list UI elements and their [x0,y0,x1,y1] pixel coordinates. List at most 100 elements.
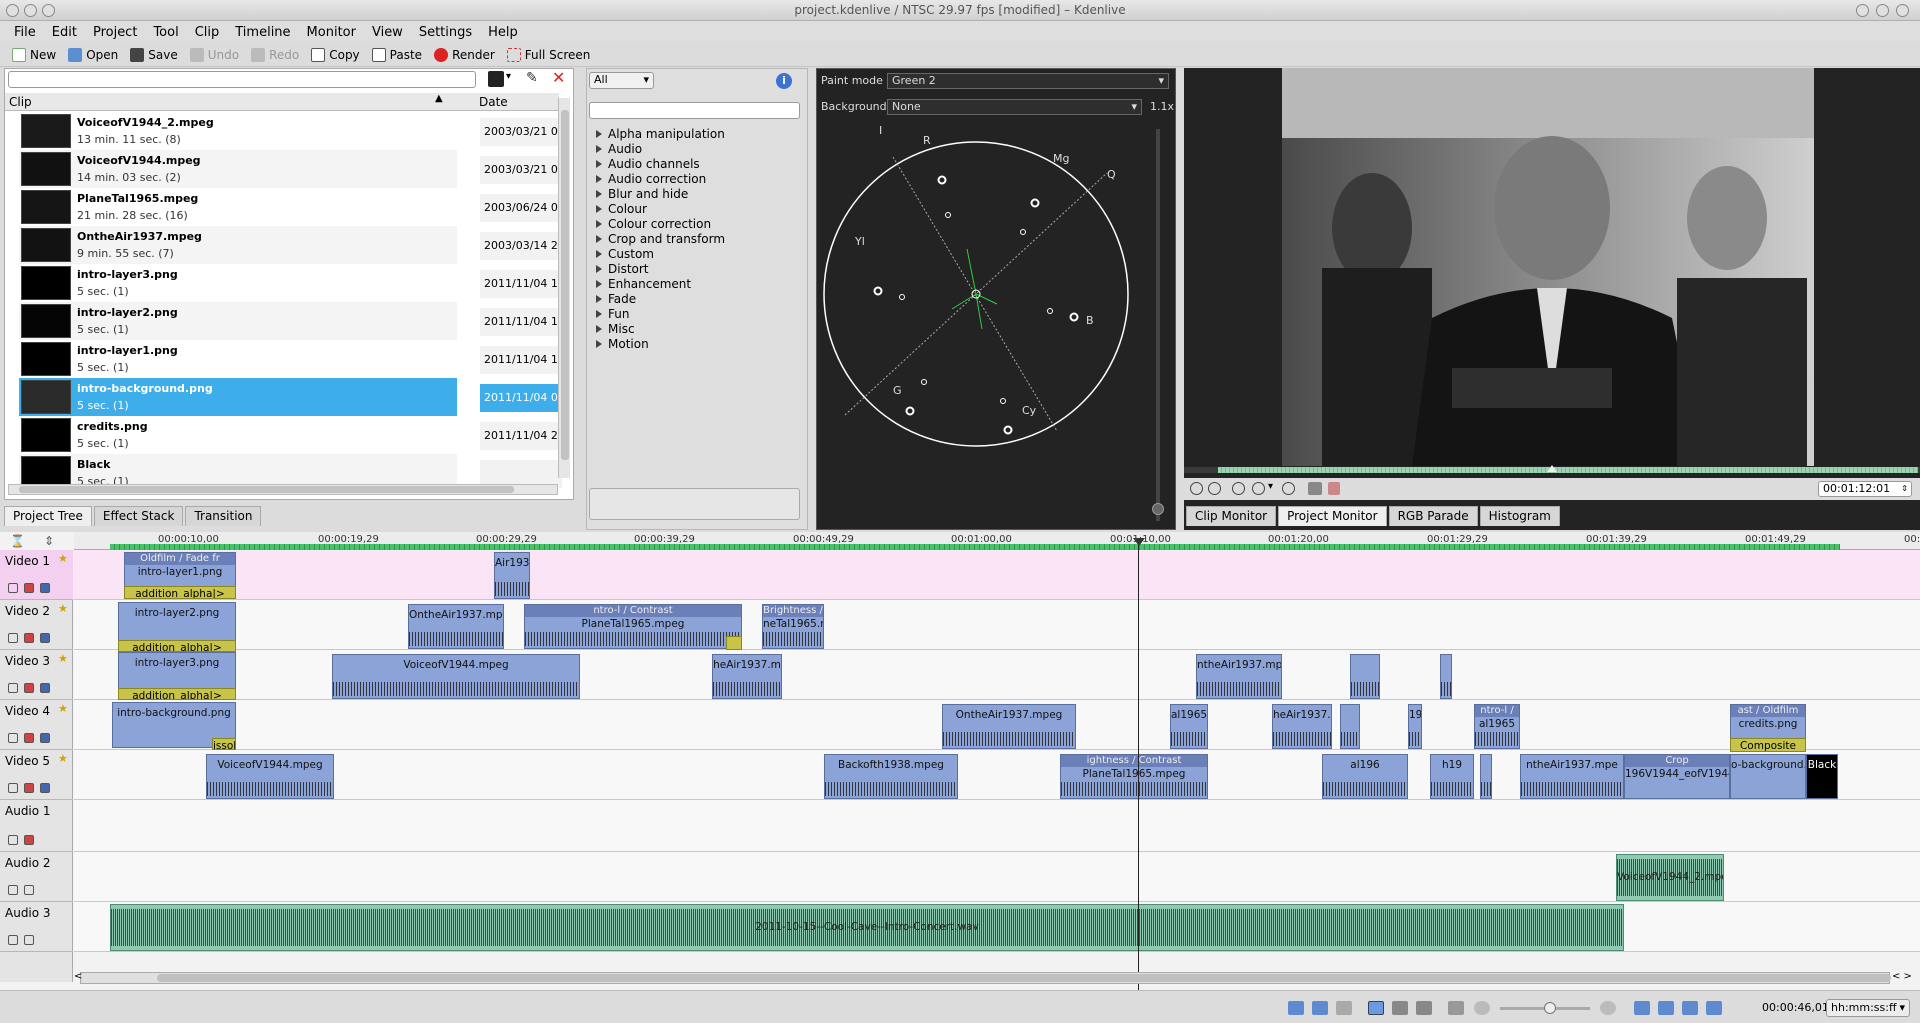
video-clip[interactable]: Crop196V1944_eofV1944_2.m [1624,754,1730,799]
video-clip[interactable]: OntheAir1937.mpeg [942,704,1076,749]
bin-clip-row[interactable]: credits.png 5 sec. (1) 2011/11/04 2 [5,416,562,454]
track-lane[interactable] [74,600,1920,650]
track-header[interactable]: Audio 1 [0,800,73,852]
track-header[interactable]: Video 3 ★ [0,650,73,700]
effect-category[interactable]: Motion [596,337,649,351]
video-clip[interactable]: ntheAir1937.mpe [1520,754,1624,799]
audio-thumbnails-icon[interactable] [1312,1001,1328,1015]
video-clip[interactable]: Backofth1938.mpeg [824,754,958,799]
bin-clip-row[interactable]: intro-layer2.png 5 sec. (1) 2011/11/04 1 [5,302,562,340]
transition[interactable]: addition_alpha|> [118,640,236,652]
effect-category[interactable]: Blur and hide [596,187,688,201]
hide-track-icon[interactable] [24,633,34,643]
menu-file[interactable]: File [6,25,44,40]
tab-project-tree[interactable]: Project Tree [4,506,92,526]
track-header[interactable]: Audio 3 [0,902,73,952]
bin-search-input[interactable] [8,71,476,88]
video-clip[interactable]: 196 [1408,704,1422,749]
track-lane[interactable] [74,800,1920,852]
target-track-icon[interactable]: ★ [58,652,68,665]
playhead[interactable] [1138,540,1139,1002]
copy-button[interactable]: Copy [305,44,365,66]
timeline-options-icon[interactable]: ⌛ [10,534,25,548]
film-icon[interactable] [40,783,50,793]
monitor-ruler[interactable] [1184,465,1920,473]
black-clip[interactable]: Black [1806,754,1838,799]
video-clip[interactable]: al1965 [1170,704,1208,749]
transition[interactable]: issol [212,738,236,750]
edit-clip-icon[interactable]: ✎ [526,70,538,86]
play-icon[interactable] [1252,482,1265,495]
effect-search-input[interactable] [589,102,800,119]
effect-category[interactable]: Audio correction [596,172,706,186]
menu-project[interactable]: Project [85,25,145,40]
track-header[interactable]: Video 5 ★ [0,750,73,800]
target-track-icon[interactable]: ★ [58,602,68,615]
track-height-icon[interactable] [1706,1001,1722,1015]
tab-histogram[interactable]: Histogram [1479,506,1560,526]
lock-icon[interactable] [8,683,18,693]
effect-category[interactable]: Audio channels [596,157,700,171]
menu-help[interactable]: Help [480,25,526,40]
markers-icon[interactable] [1336,1001,1352,1015]
volume-icon[interactable] [1328,482,1340,495]
bin-clip-row[interactable]: VoiceofV1944_2.mpeg 13 min. 11 sec. (8) 20… [5,112,562,150]
effect-category[interactable]: Custom [596,247,654,261]
fit-zoom-icon[interactable] [1448,1001,1464,1015]
lock-icon[interactable] [8,885,18,895]
tab-transition[interactable]: Transition [185,506,262,526]
bin-scroll-thumb[interactable] [561,110,569,460]
selection-tool-icon[interactable] [1368,1001,1384,1015]
effect-category[interactable]: Misc [596,322,635,336]
tab-clip-monitor[interactable]: Clip Monitor [1186,506,1277,526]
video-clip[interactable]: OntheAir1937.mpeg [408,604,504,649]
video-clip[interactable]: h19 [1430,754,1474,799]
menu-monitor[interactable]: Monitor [299,25,364,40]
bin-vertical-scrollbar[interactable] [558,98,570,478]
chevron-down-icon[interactable]: ▾ [506,71,511,82]
shade-button[interactable] [42,4,55,17]
zoom-slider-handle[interactable] [1544,1002,1556,1014]
tab-rgb-parade[interactable]: RGB Parade [1388,506,1478,526]
effect-category[interactable]: Colour [596,202,647,216]
lock-icon[interactable] [8,935,18,945]
menu-view[interactable]: View [364,25,411,40]
effect-category[interactable]: Distort [596,262,649,276]
effect-category[interactable]: Fade [596,292,636,306]
tab-effect-stack[interactable]: Effect Stack [93,506,184,526]
video-clip[interactable]: heAir1937.m [712,654,782,699]
monitor-position-marker[interactable] [1547,465,1557,472]
track-header[interactable]: Video 2 ★ [0,600,73,650]
tab-project-monitor[interactable]: Project Monitor [1278,506,1387,526]
set-zone-end-icon[interactable] [1208,482,1221,495]
effect-category[interactable]: Audio [596,142,642,156]
lock-icon[interactable] [8,835,18,845]
pin-button[interactable] [24,4,37,17]
audio-clip[interactable]: 2011-10-15--Cool-Cave--Intro-Concert.wav [110,904,1624,951]
zoom-out-icon[interactable] [1474,1001,1490,1015]
info-icon[interactable]: i [776,73,792,89]
menu-timeline[interactable]: Timeline [227,25,298,40]
video-clip[interactable]: o-background. [1730,754,1806,799]
bin-hscroll-thumb[interactable] [19,486,514,493]
chevron-down-icon[interactable]: ▾ [1268,481,1273,492]
video-clip[interactable]: VoiceofV1944.mpeg [206,754,334,799]
transition[interactable]: Composite [1730,738,1806,752]
timeline-scrollbar[interactable] [80,972,1891,984]
split-audio-icon[interactable] [1658,1001,1674,1015]
paint-mode-select[interactable]: Green 2 ▾ [887,73,1169,89]
date-column-header[interactable]: Date [479,95,508,109]
target-track-icon[interactable]: ★ [58,552,68,565]
show-ruler-icon[interactable] [1682,1001,1698,1015]
paste-button[interactable]: Paste [366,44,428,66]
razor-tool-icon[interactable] [1392,1001,1408,1015]
video-clip[interactable] [1350,654,1380,699]
zoom-in-icon[interactable] [1600,1001,1616,1015]
timeline-zoom-fit-icon[interactable]: ⇕ [44,534,54,548]
effect-category[interactable]: Enhancement [596,277,691,291]
scope-slider-handle[interactable] [1152,503,1164,515]
redo-button[interactable]: Redo [245,44,305,66]
target-track-icon[interactable]: ★ [58,752,68,765]
scope-slider-track[interactable] [1152,129,1164,521]
timeline-scroll-thumb[interactable] [157,974,1891,982]
